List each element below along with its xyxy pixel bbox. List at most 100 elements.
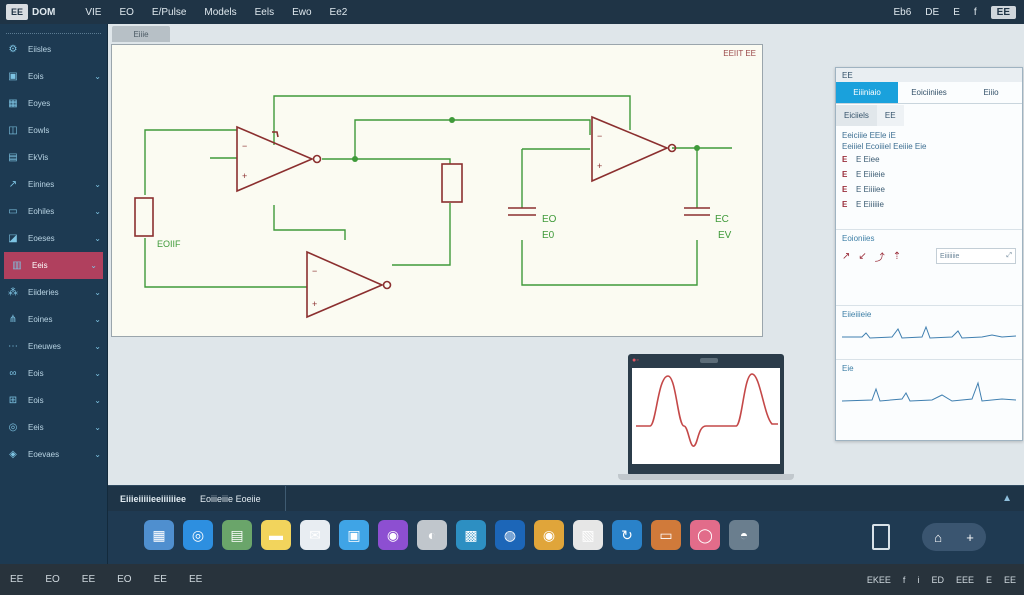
sidebar-item-12[interactable]: ∞ Eois ⌄ (0, 360, 107, 387)
mail-icon[interactable]: ✉ (300, 520, 330, 550)
sidebar-item-10[interactable]: ⋔ Eoines ⌄ (0, 306, 107, 333)
sidebar-item-11[interactable]: ⋯ Eneuwes ⌄ (0, 333, 107, 360)
chevron-down-icon[interactable]: ⌄ (94, 450, 101, 459)
status-right-7[interactable]: EE (1004, 575, 1016, 585)
status-item-4[interactable]: EO (117, 574, 131, 585)
status-right-5[interactable]: EEE (956, 575, 974, 585)
status-item-2[interactable]: EO (45, 574, 59, 585)
sidebar-item-14[interactable]: ◎ Eeis ⌄ (0, 414, 107, 441)
console-tab-1[interactable]: Eiiieiiiiieeiiiiiiee (120, 494, 186, 504)
param-row[interactable]: E E Eiiieie (842, 167, 1016, 182)
home-icon[interactable]: ⌂ (934, 530, 942, 545)
sidebar-item-3[interactable]: ◫ Eowls (0, 117, 107, 144)
schematic-canvas[interactable]: − + − + − + EEIIT EE EOIIF EO E0 EC EV (111, 44, 763, 337)
status-right-3[interactable]: i (917, 575, 919, 585)
menu-right-3[interactable]: E (953, 7, 960, 18)
control-glyph-2[interactable]: ↙ (858, 251, 866, 262)
chevron-down-icon[interactable]: ⌄ (94, 234, 101, 243)
chevron-down-icon[interactable]: ⌄ (94, 207, 101, 216)
store-icon[interactable]: ▩ (456, 520, 486, 550)
notes-icon[interactable]: ▬ (261, 520, 291, 550)
safari-icon[interactable]: ◎ (183, 520, 213, 550)
document-icon[interactable] (872, 524, 890, 550)
menu-item-ee2[interactable]: Ee2 (330, 7, 348, 18)
menu-item-pulse[interactable]: E/Pulse (152, 7, 186, 18)
photos-icon[interactable]: ◐ (417, 520, 447, 550)
menu-right-1[interactable]: Eb6 (894, 7, 912, 18)
disk-icon[interactable]: ◓ (729, 520, 759, 550)
chevron-down-icon[interactable]: ⌄ (94, 315, 101, 324)
status-right-4[interactable]: ED (931, 575, 944, 585)
chevron-down-icon[interactable]: ⌄ (94, 396, 101, 405)
tab-props-3[interactable]: Eiiio (960, 82, 1022, 103)
tab-props-1[interactable]: Eiiiniaio (836, 82, 898, 103)
control-glyph-3[interactable]: ⤴ (875, 249, 885, 264)
chevron-down-icon[interactable]: ⌄ (94, 342, 101, 351)
tab-props-2[interactable]: Eoiciiniies (898, 82, 960, 103)
subtab-1[interactable]: Eiciiels (836, 104, 877, 126)
menu-right-4[interactable]: f (974, 7, 977, 18)
sidebar-item-13[interactable]: ⊞ Eois ⌄ (0, 387, 107, 414)
status-item-1[interactable]: EE (10, 574, 23, 585)
sidebar-item-15[interactable]: ◈ Eoevaes ⌄ (0, 441, 107, 468)
dock-action-pill[interactable]: ⌂ + (922, 523, 986, 551)
chevron-down-icon[interactable]: ⌄ (94, 180, 101, 189)
menu-right-2[interactable]: DE (925, 7, 939, 18)
menu-item-dom[interactable]: DOM (32, 7, 55, 18)
calc-icon[interactable]: ▤ (222, 520, 252, 550)
status-right-6[interactable]: E (986, 575, 992, 585)
menu-item-ewo[interactable]: Ewo (292, 7, 311, 18)
param-row[interactable]: E E Eiee (842, 152, 1016, 167)
chevron-up-icon[interactable]: ▲ (1002, 493, 1012, 504)
expand-icon[interactable]: ⤢ (1006, 252, 1012, 260)
chevron-down-icon[interactable]: ⌄ (90, 261, 97, 270)
chevron-down-icon[interactable]: ⌄ (94, 288, 101, 297)
tab-schematic[interactable]: Eiiie (112, 26, 170, 42)
chevron-down-icon[interactable]: ⌄ (94, 369, 101, 378)
menu-item-eo[interactable]: EO (119, 7, 133, 18)
add-icon[interactable]: + (966, 530, 974, 545)
scope-handle[interactable] (700, 357, 719, 363)
camera-icon[interactable]: ◯ (690, 520, 720, 550)
sidebar-item-1[interactable]: ▣ Eois ⌄ (0, 63, 107, 90)
control-glyph-1[interactable]: ↗ (842, 251, 850, 262)
status-right-2[interactable]: f (903, 575, 906, 585)
control-input[interactable]: Eiiiiiiie ⤢ (936, 248, 1016, 264)
status-right-1[interactable]: EKEE (867, 575, 891, 585)
app-logo[interactable]: EE (6, 4, 28, 20)
sync-icon[interactable]: ↻ (612, 520, 642, 550)
sidebar-item-9[interactable]: ⁂ Eiideries ⌄ (0, 279, 107, 306)
subtab-2[interactable]: EE (876, 104, 904, 126)
menu-item-vie[interactable]: VIE (85, 7, 101, 18)
chevron-down-icon[interactable]: ⌄ (94, 72, 101, 81)
sidebar-item-6[interactable]: ▭ Eohiles ⌄ (0, 198, 107, 225)
status-item-6[interactable]: EE (189, 574, 202, 585)
sidebar-item-label: Eoyes (28, 99, 51, 108)
status-item-3[interactable]: EE (82, 574, 95, 585)
chrome-icon[interactable]: ◉ (534, 520, 564, 550)
control-glyph-4[interactable]: ⇡ (893, 251, 901, 262)
record-icon[interactable]: ●◦ (632, 357, 639, 364)
sidebar-item-4[interactable]: ▤ EkVis (0, 144, 107, 171)
sidebar-item-8[interactable]: ▥ Eeis ⌄ (4, 252, 103, 279)
chevron-down-icon[interactable]: ⌄ (94, 423, 101, 432)
sidebar-item-0[interactable]: ⚙ Eiisles (0, 36, 107, 63)
menu-item-eels[interactable]: Eels (255, 7, 274, 18)
sidebar-item-2[interactable]: ▦ Eoyes (0, 90, 107, 117)
wire-r2-down (392, 203, 451, 266)
menu-item-models[interactable]: Models (204, 7, 236, 18)
screen-icon[interactable]: ▭ (651, 520, 681, 550)
console-tab-2[interactable]: Eoiiieiiie Eoeiie (200, 494, 261, 504)
messages-icon[interactable]: ▣ (339, 520, 369, 550)
menu-right-5[interactable]: EE (990, 5, 1016, 19)
sidebar-item-5[interactable]: ↗ Einines ⌄ (0, 171, 107, 198)
podcast-icon[interactable]: ◉ (378, 520, 408, 550)
siri-icon[interactable]: ◍ (495, 520, 525, 550)
sidebar-item-7[interactable]: ◪ Eoeses ⌄ (0, 225, 107, 252)
calendar-icon[interactable]: ▧ (573, 520, 603, 550)
param-row[interactable]: E E Eiiiiee (842, 182, 1016, 197)
param-row[interactable]: E E Eiiiiiie (842, 197, 1016, 212)
status-item-5[interactable]: EE (154, 574, 167, 585)
oscilloscope-window[interactable]: ●◦ (618, 354, 794, 480)
finder-icon[interactable]: ▦ (144, 520, 174, 550)
